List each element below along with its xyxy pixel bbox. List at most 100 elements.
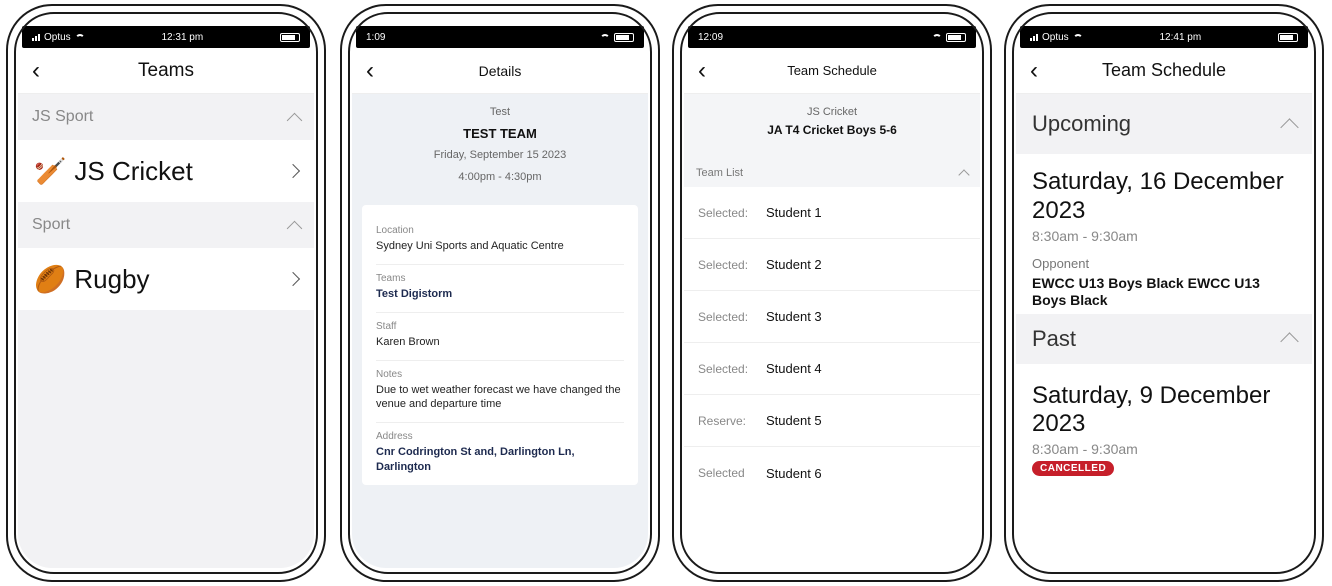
chevron-right-icon bbox=[285, 271, 301, 287]
past-label: Past bbox=[1032, 325, 1077, 351]
cricket-bat-icon: 🏏 bbox=[34, 155, 67, 186]
section-header-sport[interactable]: Sport bbox=[18, 202, 314, 248]
clock: 12:41 pm bbox=[1159, 31, 1202, 43]
student-name: Student 4 bbox=[766, 361, 822, 376]
chevron-up-icon bbox=[286, 220, 303, 236]
section-label: JS Sport bbox=[32, 108, 94, 125]
address-link[interactable]: Cnr Codrington St and, Darlington Ln, Da… bbox=[376, 445, 624, 475]
page-title: Teams bbox=[138, 59, 194, 81]
field-label: Teams bbox=[376, 272, 406, 284]
screen: ‹ Team Schedule JS Cricket JA T4 Cricket… bbox=[684, 48, 980, 568]
student-status: Selected: bbox=[698, 361, 749, 376]
empty-area bbox=[18, 310, 314, 568]
field-label: Notes bbox=[376, 368, 403, 380]
field-label: Location bbox=[376, 225, 414, 236]
battery-icon bbox=[946, 32, 966, 42]
clock: 12:09 bbox=[698, 31, 724, 43]
schedule-header: JS Cricket JA T4 Cricket Boys 5-6 bbox=[684, 94, 980, 159]
student-name: Student 5 bbox=[766, 413, 822, 428]
team-name: JA T4 Cricket Boys 5-6 bbox=[767, 123, 897, 137]
student-row[interactable]: Selected Student 6 bbox=[684, 447, 980, 499]
status-bar: Optus 12:31 pm bbox=[22, 26, 310, 48]
student-row[interactable]: Reserve: Student 5 bbox=[684, 395, 980, 447]
status-bar: 1:09 bbox=[356, 26, 644, 48]
team-row-js-cricket[interactable]: 🏏 JS Cricket bbox=[18, 140, 314, 202]
section-header-js-sport[interactable]: JS Sport bbox=[18, 94, 314, 140]
clock: 1:09 bbox=[366, 31, 386, 43]
clock: 12:31 pm bbox=[161, 31, 204, 43]
teams-link[interactable]: Test Digistorm bbox=[376, 287, 624, 302]
field-label: Address bbox=[376, 431, 413, 443]
teams-field: Teams Test Digistorm bbox=[376, 265, 624, 313]
back-icon[interactable]: ‹ bbox=[366, 58, 374, 83]
past-section-header[interactable]: Past bbox=[1016, 313, 1312, 364]
event-date: Friday, September 15 2023 bbox=[433, 149, 567, 161]
wifi-icon bbox=[932, 33, 942, 41]
past-date: Saturday, 9 December 2023 bbox=[1032, 381, 1271, 438]
battery-icon bbox=[1277, 32, 1298, 42]
signal-icon bbox=[32, 33, 40, 41]
event-header: Test TEST TEAM Friday, September 15 2023… bbox=[352, 94, 648, 197]
student-status: Selected: bbox=[698, 309, 749, 324]
page-title: Team Schedule bbox=[1101, 60, 1227, 80]
student-name: Student 2 bbox=[766, 257, 822, 272]
page-title: Details bbox=[478, 62, 522, 79]
past-time: 8:30am - 9:30am bbox=[1032, 441, 1138, 458]
event-time: 4:00pm - 4:30pm bbox=[458, 171, 542, 183]
staff-value: Karen Brown bbox=[376, 335, 440, 348]
opponent-label: Opponent bbox=[1032, 255, 1090, 271]
team-list-header[interactable]: Team List bbox=[684, 159, 980, 187]
student-row[interactable]: Selected: Student 1 bbox=[684, 187, 980, 239]
student-name: Student 6 bbox=[766, 465, 822, 481]
location-value: Sydney Uni Sports and Aquatic Centre bbox=[376, 240, 564, 252]
chevron-up-icon bbox=[286, 112, 303, 128]
student-name: Student 3 bbox=[766, 309, 822, 324]
student-status: Selected bbox=[698, 466, 745, 480]
team-name: JS Cricket bbox=[74, 155, 193, 186]
battery-icon bbox=[614, 32, 634, 42]
section-label: Sport bbox=[32, 216, 71, 233]
status-bar: Optus 12:41 pm bbox=[1020, 26, 1308, 48]
nav-bar: ‹ Teams bbox=[18, 48, 314, 94]
rugby-ball-icon: 🏉 bbox=[34, 263, 67, 294]
battery-icon bbox=[279, 32, 300, 42]
back-icon[interactable]: ‹ bbox=[698, 58, 706, 83]
phone-team-schedule: 12:09 ‹ Team Schedule JS Cricket JA T4 C… bbox=[672, 4, 992, 582]
student-status: Reserve: bbox=[698, 413, 747, 428]
staff-field: Staff Karen Brown bbox=[376, 313, 624, 361]
chevron-up-icon bbox=[958, 169, 970, 181]
team-list-label: Team List bbox=[696, 167, 744, 179]
chevron-up-icon bbox=[1280, 332, 1299, 351]
phone-teams: Optus 12:31 pm ‹ Teams JS Sport 🏏 JS Cric… bbox=[6, 4, 326, 582]
screen: ‹ Details Test TEST TEAM Friday, Septemb… bbox=[352, 48, 648, 568]
nav-bar: ‹ Team Schedule bbox=[1016, 48, 1312, 94]
upcoming-label: Upcoming bbox=[1032, 111, 1132, 136]
student-row[interactable]: Selected: Student 3 bbox=[684, 291, 980, 343]
notes-value: Due to wet weather forecast we have chan… bbox=[376, 383, 621, 411]
page-title: Team Schedule bbox=[787, 63, 877, 78]
address-field: Address Cnr Codrington St and, Darlingto… bbox=[376, 423, 624, 485]
upcoming-section-header[interactable]: Upcoming bbox=[1016, 94, 1312, 154]
wifi-icon bbox=[1072, 33, 1083, 41]
student-row[interactable]: Selected: Student 4 bbox=[684, 343, 980, 395]
opponent-value: EWCC U13 Boys Black EWCC U13 Boys Black bbox=[1032, 274, 1260, 309]
phone-upcoming-schedule: Optus 12:41 pm ‹ Team Schedule Upcoming … bbox=[1004, 4, 1324, 582]
carrier: Optus bbox=[1042, 31, 1069, 43]
location-field: Location Sydney Uni Sports and Aquatic C… bbox=[376, 217, 624, 265]
team-row-rugby[interactable]: 🏉 Rugby bbox=[18, 248, 314, 310]
wifi-icon bbox=[74, 33, 85, 41]
back-icon[interactable]: ‹ bbox=[1030, 58, 1038, 83]
nav-bar: ‹ Details bbox=[352, 48, 648, 94]
details-card: Location Sydney Uni Sports and Aquatic C… bbox=[362, 205, 638, 485]
student-row[interactable]: Selected: Student 2 bbox=[684, 239, 980, 291]
upcoming-time: 8:30am - 9:30am bbox=[1032, 227, 1138, 244]
upcoming-date: Saturday, 16 December 2023 bbox=[1032, 168, 1284, 224]
nav-bar: ‹ Team Schedule bbox=[684, 48, 980, 94]
chevron-up-icon bbox=[1280, 117, 1299, 137]
cancelled-badge: CANCELLED bbox=[1032, 461, 1115, 477]
screen: ‹ Team Schedule Upcoming Saturday, 16 De… bbox=[1016, 48, 1312, 568]
back-icon[interactable]: ‹ bbox=[32, 58, 40, 83]
screen: ‹ Teams JS Sport 🏏 JS Cricket Sport 🏉 Rugb… bbox=[18, 48, 314, 568]
signal-icon bbox=[1030, 33, 1038, 41]
event-subtitle: Test bbox=[489, 106, 511, 118]
